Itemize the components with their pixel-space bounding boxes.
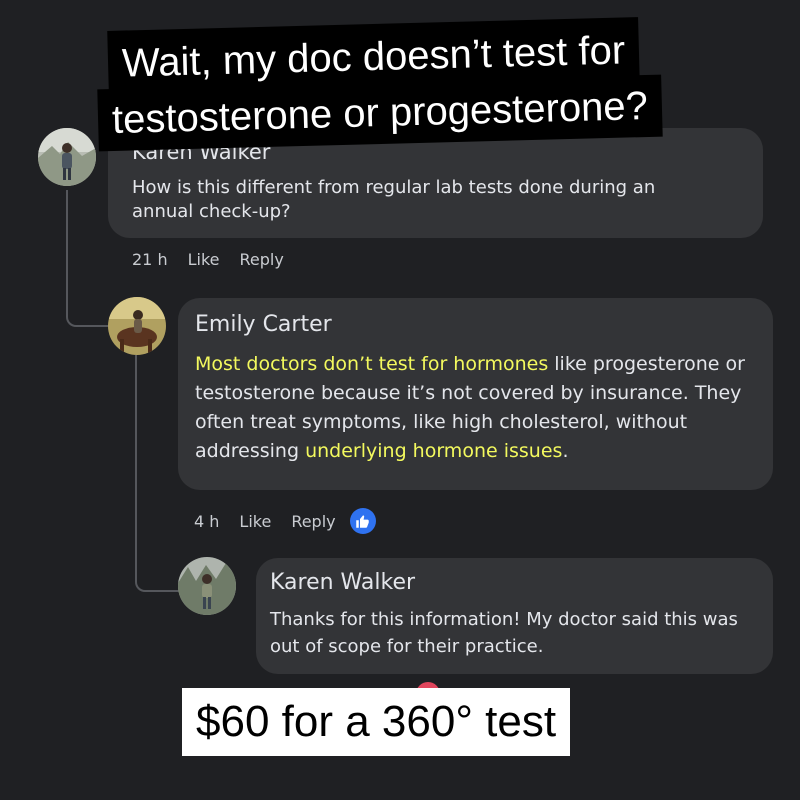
comment-text-end: . bbox=[562, 440, 569, 462]
comment-time[interactable]: 4 h bbox=[194, 512, 219, 531]
avatar[interactable] bbox=[108, 297, 166, 355]
avatar[interactable] bbox=[178, 557, 236, 615]
comment-author[interactable]: Emily Carter bbox=[195, 312, 332, 337]
comment-actions: 4 h Like Reply bbox=[194, 508, 376, 534]
like-button[interactable]: Like bbox=[239, 512, 271, 531]
comment-text: Most doctors don’t test for hormones lik… bbox=[195, 350, 765, 466]
comment-bubble: Emily Carter Most doctors don’t test for… bbox=[178, 298, 773, 490]
comment-bubble: Karen Walker Thanks for this information… bbox=[256, 558, 773, 674]
reply-button[interactable]: Reply bbox=[291, 512, 335, 531]
comment-text: Thanks for this information! My doctor s… bbox=[270, 609, 738, 657]
comment-author[interactable]: Karen Walker bbox=[270, 570, 415, 595]
price-caption: $60 for a 360° test bbox=[182, 688, 571, 756]
like-button[interactable]: Like bbox=[188, 250, 220, 269]
reply-button[interactable]: Reply bbox=[240, 250, 284, 269]
highlighted-text: underlying hormone issues bbox=[305, 440, 563, 462]
avatar[interactable] bbox=[38, 128, 96, 186]
comment-text: How is this different from regular lab t… bbox=[132, 177, 656, 222]
comment-time[interactable]: 21 h bbox=[132, 250, 168, 269]
comment-actions: 21 h Like Reply bbox=[132, 250, 284, 269]
thumbs-up-icon[interactable] bbox=[349, 508, 376, 534]
highlighted-text: Most doctors don’t test for hormones bbox=[195, 353, 549, 375]
